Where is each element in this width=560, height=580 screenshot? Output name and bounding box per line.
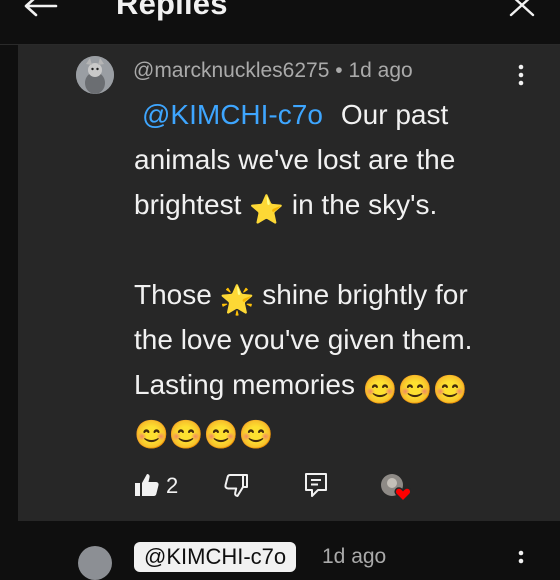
glowing-star-emoji: 🌟 xyxy=(219,284,255,315)
creator-heart-icon xyxy=(381,474,412,503)
smile-emoji: 😊 xyxy=(168,419,204,450)
reply-icon[interactable] xyxy=(304,472,328,498)
comment-line: 😊😊😊😊 xyxy=(134,407,534,452)
comment-body: @KIMCHI-c7o Our past animals we've lost a… xyxy=(134,92,534,452)
mention-link[interactable]: @KIMCHI-c7o xyxy=(142,99,323,130)
smile-emoji: 😊 xyxy=(238,419,274,450)
comment-line: @KIMCHI-c7o Our past xyxy=(134,92,534,137)
next-reply-more-vert-icon[interactable] xyxy=(514,549,528,565)
replies-header: Replies xyxy=(0,0,560,45)
smile-emoji: 😊 xyxy=(432,374,468,405)
next-reply-mention-chip[interactable]: @KIMCHI-c7o xyxy=(134,542,297,572)
thumbs-down-icon[interactable] xyxy=(223,472,249,498)
comment-line-blank xyxy=(134,227,534,272)
comment-line: Lasting memories 😊😊😊 xyxy=(134,362,534,407)
page-title: Replies xyxy=(116,0,228,21)
next-reply-avatar[interactable] xyxy=(78,546,112,580)
avatar-image xyxy=(76,56,114,94)
author-handle[interactable]: @marcknuckles6275 xyxy=(133,59,329,82)
comment-text: Those xyxy=(134,279,212,310)
close-icon[interactable] xyxy=(509,0,535,17)
smile-emoji: 😊 xyxy=(134,419,169,450)
thumbs-up-icon[interactable] xyxy=(134,472,160,498)
comment-actions: 2 xyxy=(18,470,560,506)
comment-meta: @marcknuckles6275 • 1d ago xyxy=(133,59,413,83)
smile-emoji: 😊 xyxy=(203,419,239,450)
arrow-left-icon[interactable] xyxy=(22,0,58,20)
comment-card: @marcknuckles6275 • 1d ago @KIMCHI-c7o Ou… xyxy=(18,45,560,521)
comment-line: brightest ⭐ in the sky's. xyxy=(134,182,534,227)
comment-text: animals we've lost are the xyxy=(134,144,456,175)
like-count: 2 xyxy=(166,473,179,498)
comment-line: Those 🌟 shine brightly for xyxy=(134,272,534,317)
smile-emoji: 😊 xyxy=(397,374,433,405)
star-emoji: ⭐ xyxy=(249,194,285,225)
avatar[interactable] xyxy=(76,56,114,94)
comment-line: animals we've lost are the xyxy=(134,137,534,182)
comment-text: the love you've given them. xyxy=(134,324,473,355)
comment-text: shine brightly for xyxy=(262,279,468,310)
comment-line: the love you've given them. xyxy=(134,317,534,362)
comment-text: in the sky's. xyxy=(291,189,438,220)
meta-separator: • xyxy=(335,59,343,82)
more-vert-icon[interactable] xyxy=(514,63,528,87)
comment-text: brightest xyxy=(134,189,242,220)
next-reply-time: 1d ago xyxy=(322,545,387,568)
comment-text: Our past xyxy=(340,99,449,130)
comment-time: 1d ago xyxy=(348,59,413,82)
comment-text: Lasting memories xyxy=(134,369,355,400)
smile-emoji: 😊 xyxy=(362,374,398,405)
